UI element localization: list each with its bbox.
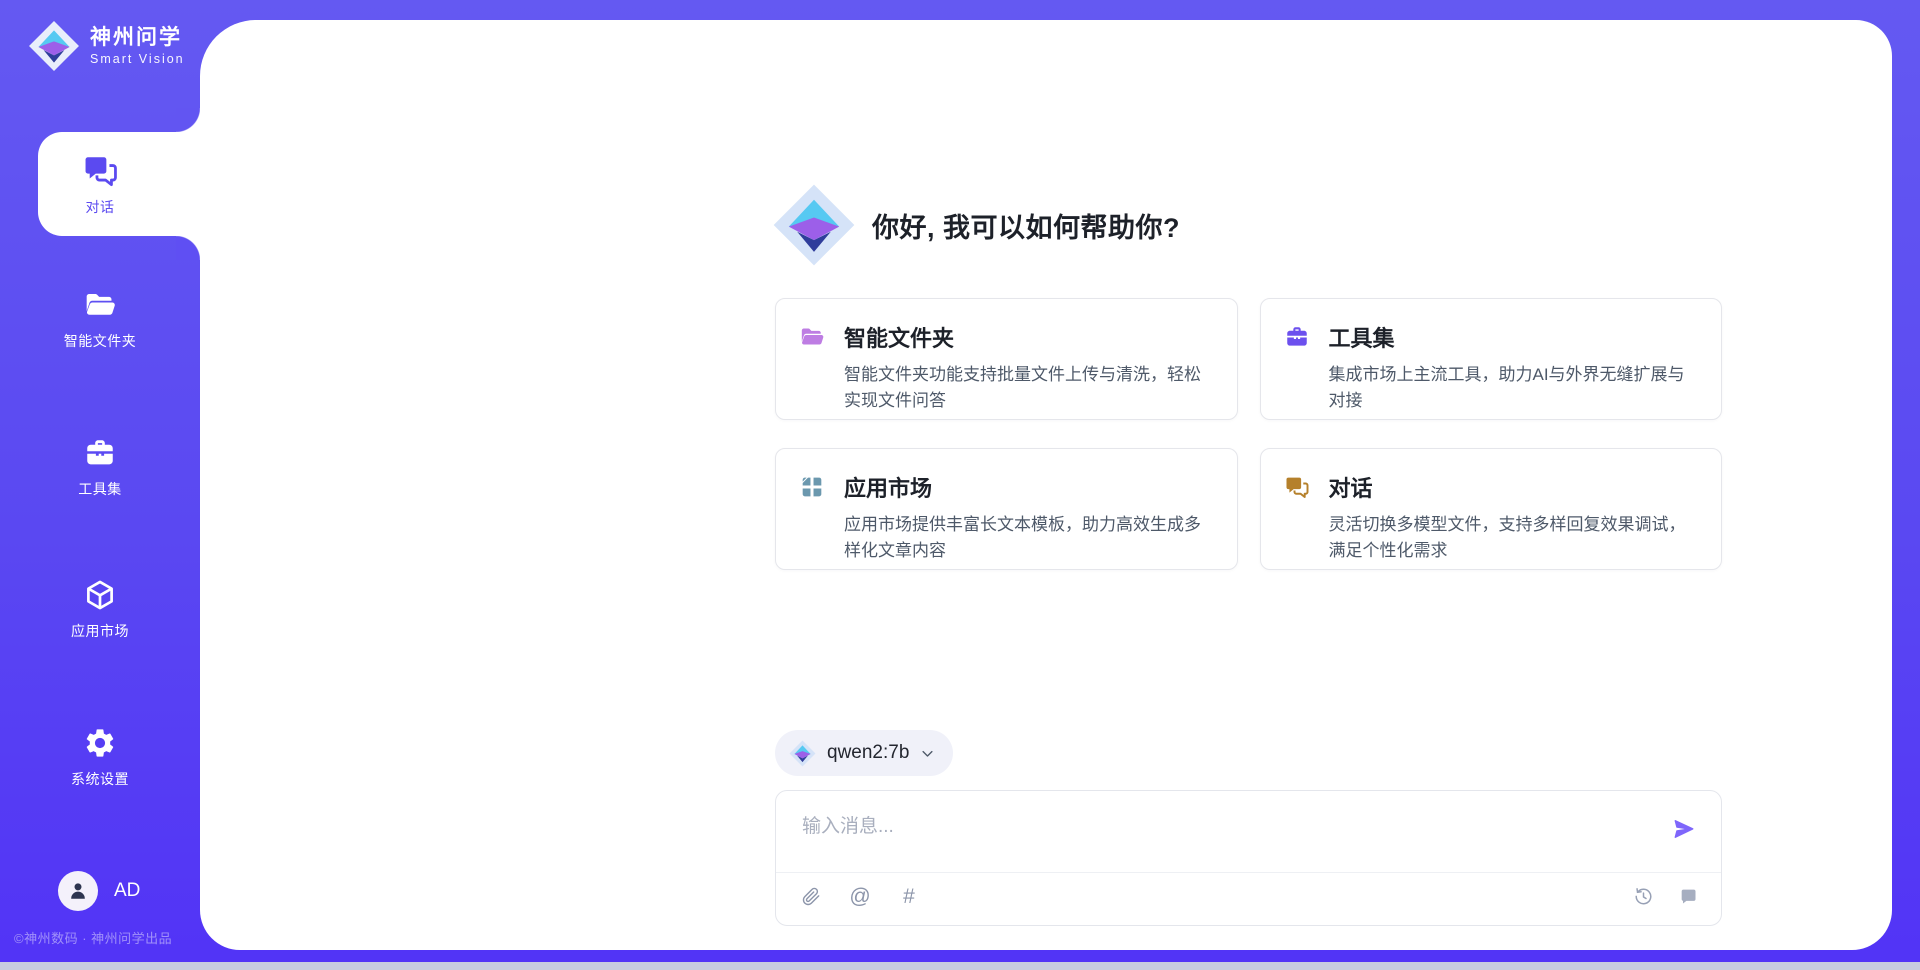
composer-divider: [776, 872, 1721, 873]
apps-icon: [799, 474, 825, 500]
sidebar-item-chat[interactable]: 对话: [38, 132, 200, 236]
sidebar-item-toolbox[interactable]: 工具集: [0, 436, 200, 499]
model-logo-icon: [789, 740, 816, 767]
brand-name: 神州问学: [90, 26, 185, 50]
card-title: 应用市场: [844, 471, 932, 503]
card-description: 智能文件夹功能支持批量文件上传与清洗，轻松实现文件问答: [844, 362, 1217, 414]
sidebar-item-cube[interactable]: 应用市场: [0, 578, 200, 641]
app-window: 神州问学 Smart Vision 对话智能文件夹工具集应用市场系统设置 AD …: [0, 0, 1920, 970]
folder-icon: [83, 288, 117, 322]
sidebar-item-gear[interactable]: 系统设置: [0, 726, 200, 789]
horizontal-scrollbar[interactable]: [0, 962, 1920, 970]
sidebar-item-label: 系统设置: [71, 769, 129, 789]
card-title: 智能文件夹: [844, 321, 954, 353]
card-description: 应用市场提供丰富长文本模板，助力高效生成多样化文章内容: [844, 512, 1217, 564]
composer-tools-right: [1632, 885, 1699, 907]
history-icon[interactable]: [1632, 885, 1654, 907]
avatar: [58, 871, 98, 911]
paperclip-icon[interactable]: [800, 885, 822, 907]
chat-icon: [1284, 474, 1310, 500]
model-selector[interactable]: qwen2:7b: [775, 730, 953, 776]
brand-subtitle: Smart Vision: [90, 52, 185, 66]
user-initials: AD: [114, 880, 140, 902]
chat-icon: [82, 152, 119, 189]
feature-card[interactable]: 工具集集成市场上主流工具，助力AI与外界无缝扩展与对接: [1260, 298, 1723, 420]
message-composer: @#: [775, 790, 1722, 926]
at-icon[interactable]: @: [849, 885, 871, 907]
copyright-text: ©神州数码 · 神州问学出品: [14, 928, 172, 947]
folder-icon: [799, 324, 825, 350]
sidebar-item-folder[interactable]: 智能文件夹: [0, 288, 200, 351]
brand: 神州问学 Smart Vision: [28, 20, 185, 72]
composer-tools-left: @#: [800, 885, 920, 907]
card-description: 集成市场上主流工具，助力AI与外界无缝扩展与对接: [1329, 362, 1702, 414]
brand-logo-icon: [28, 20, 80, 72]
feature-card[interactable]: 智能文件夹智能文件夹功能支持批量文件上传与清洗，轻松实现文件问答: [775, 298, 1238, 420]
card-description: 灵活切换多模型文件，支持多样回复效果调试，满足个性化需求: [1329, 512, 1702, 564]
sidebar-item-label: 工具集: [78, 479, 122, 499]
feature-card[interactable]: 对话灵活切换多模型文件，支持多样回复效果调试，满足个性化需求: [1260, 448, 1723, 570]
toolbox-icon: [1284, 324, 1310, 350]
sidebar-item-label: 智能文件夹: [64, 331, 137, 351]
user-profile[interactable]: AD: [58, 871, 140, 911]
card-title: 工具集: [1329, 321, 1395, 353]
main-panel: 你好, 我可以如何帮助你? 智能文件夹智能文件夹功能支持批量文件上传与清洗，轻松…: [200, 20, 1892, 950]
greeting-title: 你好, 我可以如何帮助你?: [872, 206, 1180, 245]
feature-cards: 智能文件夹智能文件夹功能支持批量文件上传与清洗，轻松实现文件问答工具集集成市场上…: [775, 298, 1722, 570]
send-icon: [1672, 817, 1696, 841]
cube-icon: [83, 578, 117, 612]
brand-text: 神州问学 Smart Vision: [90, 26, 185, 66]
greeting-block: 你好, 我可以如何帮助你?: [772, 183, 1180, 267]
sidebar-item-label: 对话: [86, 197, 115, 217]
hash-icon[interactable]: #: [898, 885, 920, 907]
model-name: qwen2:7b: [827, 742, 909, 764]
message-input[interactable]: [800, 809, 1604, 869]
sidebar-item-label: 应用市场: [71, 621, 129, 641]
sidebar: 神州问学 Smart Vision 对话智能文件夹工具集应用市场系统设置 AD …: [0, 0, 200, 970]
toolbox-icon: [83, 436, 117, 470]
chevron-down-icon: [920, 746, 935, 761]
gear-icon: [83, 726, 117, 760]
send-button[interactable]: [1672, 817, 1696, 841]
feedback-bubble-icon[interactable]: [1677, 885, 1699, 907]
feature-card[interactable]: 应用市场应用市场提供丰富长文本模板，助力高效生成多样化文章内容: [775, 448, 1238, 570]
card-title: 对话: [1329, 471, 1373, 503]
assistant-logo-icon: [772, 183, 856, 267]
